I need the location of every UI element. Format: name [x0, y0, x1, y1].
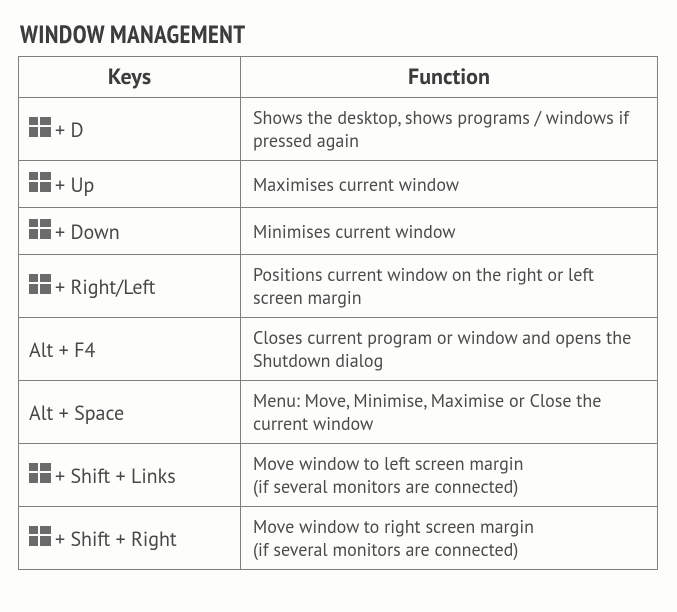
table-header-row: Keys Function: [19, 57, 658, 98]
windows-key-icon: [29, 172, 51, 192]
keys-cell: + Shift + Links: [19, 444, 241, 507]
keys-cell: + D: [19, 98, 241, 161]
keys-text: + D: [55, 117, 84, 143]
keys-cell: Alt + F4: [19, 318, 241, 381]
keys-text: + Right/Left: [55, 274, 155, 300]
function-cell: Closes current program or window and ope…: [241, 318, 658, 381]
keys-text: + Shift + Right: [55, 526, 177, 552]
windows-key-icon: [29, 274, 51, 294]
keys-text: + Down: [55, 219, 120, 245]
keys-text: + Shift + Links: [55, 463, 176, 489]
function-cell: Move window to left screen margin(if sev…: [241, 444, 658, 507]
function-cell: Minimises current window: [241, 208, 658, 255]
keys-cell: + Down: [19, 208, 241, 255]
header-function: Function: [241, 57, 658, 98]
function-cell: Positions current window on the right or…: [241, 255, 658, 318]
table-row: Alt + F4 Closes current program or window…: [19, 318, 658, 381]
function-cell: Maximises current window: [241, 161, 658, 208]
table-row: + Down Minimises current window: [19, 208, 658, 255]
keys-cell: Alt + Space: [19, 381, 241, 444]
function-cell: Menu: Move, Minimise, Maximise or Close …: [241, 381, 658, 444]
table-row: + Shift + Right Move window to right scre…: [19, 507, 658, 570]
table-row: + Right/Left Positions current window on …: [19, 255, 658, 318]
table-row: Alt + Space Menu: Move, Minimise, Maximis…: [19, 381, 658, 444]
keys-text: Alt + F4: [29, 337, 95, 363]
function-cell: Shows the desktop, shows programs / wind…: [241, 98, 658, 161]
keys-cell: + Right/Left: [19, 255, 241, 318]
shortcut-table: Keys Function + D Shows the desktop, show…: [18, 56, 658, 570]
table-row: + Shift + Links Move window to left scree…: [19, 444, 658, 507]
section-title: WINDOW MANAGEMENT: [20, 18, 659, 50]
windows-key-icon: [29, 526, 51, 546]
header-keys: Keys: [19, 57, 241, 98]
windows-key-icon: [29, 463, 51, 483]
function-cell: Move window to right screen margin(if se…: [241, 507, 658, 570]
keys-text: + Up: [55, 172, 94, 198]
keys-cell: + Up: [19, 161, 241, 208]
windows-key-icon: [29, 219, 51, 239]
keys-text: Alt + Space: [29, 400, 124, 426]
table-row: + Up Maximises current window: [19, 161, 658, 208]
table-row: + D Shows the desktop, shows programs / w…: [19, 98, 658, 161]
windows-key-icon: [29, 117, 51, 137]
keys-cell: + Shift + Right: [19, 507, 241, 570]
